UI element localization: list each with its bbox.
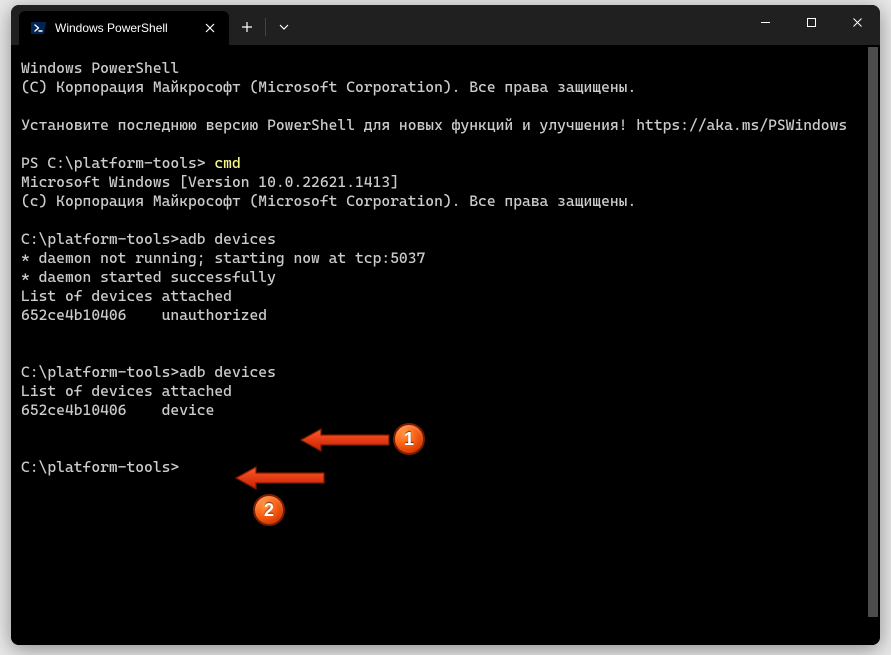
line: (C) Корпорация Майкрософт (Microsoft Cor… [21, 78, 636, 96]
line: C:\platform-tools>adb devices [21, 230, 276, 248]
terminal-output[interactable]: Windows PowerShell (C) Корпорация Майкро… [11, 45, 880, 645]
prompt: PS C:\platform-tools> [21, 154, 214, 172]
line: C:\platform-tools>adb devices [21, 363, 276, 381]
tab-title: Windows PowerShell [55, 21, 193, 35]
tab-dropdown-button[interactable] [268, 11, 300, 43]
minimize-button[interactable] [742, 5, 788, 39]
terminal-window: Windows PowerShell Windows PowerShell (C… [11, 5, 880, 645]
line: (c) Корпорация Майкрософт (Microsoft Cor… [21, 192, 636, 210]
scrollbar[interactable] [868, 47, 878, 641]
line: Microsoft Windows [Version 10.0.22621.14… [21, 173, 399, 191]
line: List of devices attached [21, 287, 232, 305]
powershell-icon [31, 20, 47, 36]
line: * daemon started successfully [21, 268, 276, 286]
tab-close-button[interactable] [201, 19, 219, 37]
line: Установите последнюю версию PowerShell д… [21, 116, 847, 134]
titlebar[interactable]: Windows PowerShell [11, 5, 880, 45]
new-tab-button[interactable] [231, 11, 263, 43]
command: cmd [214, 154, 240, 172]
line: Windows PowerShell [21, 59, 179, 77]
line: * daemon not running; starting now at tc… [21, 249, 425, 267]
line: 652ce4b10406 device [21, 401, 214, 419]
close-button[interactable] [834, 5, 880, 39]
scrollbar-thumb[interactable] [868, 47, 878, 617]
tab-divider [265, 18, 266, 36]
line: List of devices attached [21, 382, 232, 400]
window-controls [742, 5, 880, 39]
maximize-button[interactable] [788, 5, 834, 39]
line: C:\platform-tools> [21, 458, 179, 476]
line: 652ce4b10406 unauthorized [21, 306, 267, 324]
tab-powershell[interactable]: Windows PowerShell [19, 11, 229, 45]
